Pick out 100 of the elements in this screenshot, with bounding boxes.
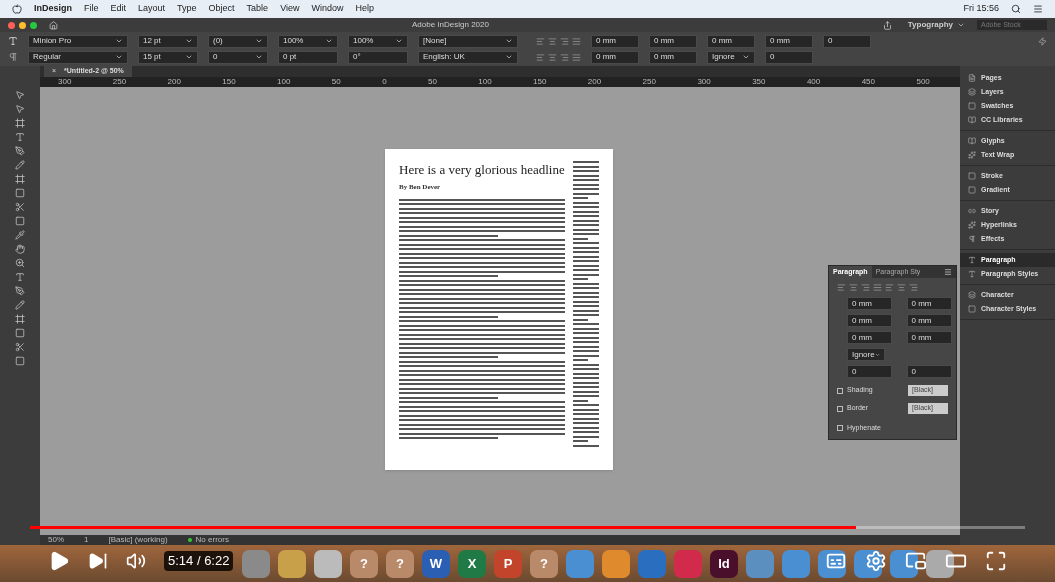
lightning-icon[interactable] (1038, 36, 1047, 46)
menu-item[interactable]: Window (311, 2, 344, 16)
tool-icon[interactable] (15, 118, 25, 128)
miniplayer-icon[interactable] (905, 550, 927, 572)
apple-icon[interactable] (12, 4, 22, 14)
workspace-switcher[interactable]: Typography (907, 19, 953, 31)
align-icon[interactable] (897, 283, 906, 292)
align-icon[interactable] (548, 36, 557, 46)
menu-item[interactable]: Layout (138, 2, 166, 16)
tool-icon[interactable] (15, 244, 25, 254)
tool-icon[interactable] (15, 174, 25, 184)
zoom-level[interactable]: 50% (48, 534, 64, 546)
dropdown-field[interactable]: 0 (208, 50, 268, 64)
tool-icon[interactable] (15, 286, 25, 296)
panel-menu-icon[interactable] (944, 268, 952, 276)
close-icon[interactable] (8, 21, 15, 29)
app-icon[interactable]: Id (710, 549, 738, 578)
dropdown-field[interactable]: 100% (278, 34, 338, 48)
align-icon[interactable] (861, 283, 870, 292)
align-icon[interactable] (572, 52, 581, 62)
share-icon[interactable] (882, 20, 892, 30)
input-field[interactable]: 0 (823, 34, 871, 48)
menu-item[interactable]: InDesign (34, 2, 72, 16)
input-field[interactable]: 0 (906, 365, 952, 378)
align-icon[interactable] (837, 283, 846, 292)
app-icon[interactable] (314, 549, 342, 578)
input-field[interactable]: 0° (348, 50, 408, 64)
menu-icon[interactable] (1033, 4, 1043, 14)
input-field[interactable]: 0 mm (765, 34, 813, 48)
menu-item[interactable]: Edit (110, 2, 127, 16)
input-field[interactable]: 0 (765, 50, 813, 64)
menu-item[interactable]: Object (208, 2, 235, 16)
dropdown-field[interactable]: 100% (348, 34, 408, 48)
app-icon[interactable]: X (458, 549, 486, 578)
home-icon[interactable] (49, 20, 58, 30)
input-field[interactable]: 0 pt (278, 50, 338, 64)
input-field[interactable]: 0 mm (591, 50, 639, 64)
dropdown-field[interactable]: [None] (418, 34, 518, 48)
tool-icon[interactable] (15, 132, 25, 142)
video-progress-track[interactable] (30, 526, 1025, 529)
checkbox[interactable] (837, 387, 843, 394)
tool-icon[interactable] (15, 202, 25, 212)
caret-icon[interactable] (957, 21, 965, 29)
align-icon[interactable] (560, 36, 569, 46)
menu-item[interactable]: View (280, 2, 300, 16)
checkbox[interactable] (837, 425, 843, 432)
align-icon[interactable] (885, 283, 894, 292)
tool-icon[interactable] (15, 216, 25, 226)
tool-icon[interactable] (15, 314, 25, 324)
menu-item[interactable]: Table (246, 2, 269, 16)
volume-icon[interactable] (126, 551, 146, 571)
align-icon[interactable] (536, 36, 545, 46)
tool-icon[interactable] (15, 328, 25, 338)
input-field[interactable]: 0 (847, 365, 892, 378)
input-field[interactable]: 0 mm (847, 314, 892, 327)
dropdown-field[interactable]: Ignore (707, 50, 755, 64)
tool-icon[interactable] (15, 342, 25, 352)
caret-icon[interactable] (395, 37, 403, 45)
dropdown-field[interactable]: Regular (28, 50, 128, 64)
input-field[interactable]: 0 mm (591, 34, 639, 48)
input-field[interactable]: 0 mm (906, 314, 952, 327)
input-field[interactable]: 0 mm (707, 34, 755, 48)
app-icon[interactable] (890, 549, 918, 578)
caret-icon[interactable] (325, 37, 333, 45)
tool-icon[interactable] (15, 160, 25, 170)
input-field[interactable]: 0 mm (906, 331, 952, 344)
fullscreen-icon[interactable] (985, 550, 1007, 572)
zoom-icon[interactable] (30, 21, 37, 29)
input-field[interactable]: 0 mm (847, 331, 892, 344)
page-number[interactable]: 1 (84, 534, 89, 546)
minimize-icon[interactable] (19, 21, 26, 29)
input-field[interactable]: 0 mm (649, 34, 697, 48)
align-icon[interactable] (572, 36, 581, 46)
input-field[interactable]: 0 mm (906, 297, 952, 310)
input-field[interactable]: 0 mm (847, 297, 892, 310)
dropdown-field[interactable]: 12 pt (138, 34, 198, 48)
character-mode-icon[interactable] (8, 36, 18, 46)
settings-icon[interactable] (865, 550, 887, 572)
tool-icon[interactable] (15, 356, 25, 366)
align-icon[interactable] (560, 52, 569, 62)
dropdown-field[interactable]: Ignore (847, 348, 885, 361)
checkbox[interactable] (837, 405, 843, 412)
dropdown-field[interactable]: Minion Pro (28, 34, 128, 48)
app-icon[interactable]: W (422, 549, 450, 578)
menu-item[interactable]: Type (177, 2, 197, 16)
search-icon[interactable] (1011, 4, 1021, 14)
tool-icon[interactable] (15, 258, 25, 268)
align-icon[interactable] (873, 283, 882, 292)
next-icon[interactable] (88, 551, 108, 571)
tool-icon[interactable] (15, 188, 25, 198)
app-icon[interactable]: P (494, 549, 522, 578)
menu-item[interactable]: File (84, 2, 99, 16)
dropdown-field[interactable]: 15 pt (138, 50, 198, 64)
dropdown-field[interactable]: (0) (208, 34, 268, 48)
tool-icon[interactable] (15, 146, 25, 156)
dropdown-field[interactable]: English: UK (418, 50, 518, 64)
paragraph-mode-icon[interactable] (8, 52, 18, 62)
tool-icon[interactable] (15, 300, 25, 310)
align-icon[interactable] (548, 52, 557, 62)
tool-icon[interactable] (15, 230, 25, 240)
